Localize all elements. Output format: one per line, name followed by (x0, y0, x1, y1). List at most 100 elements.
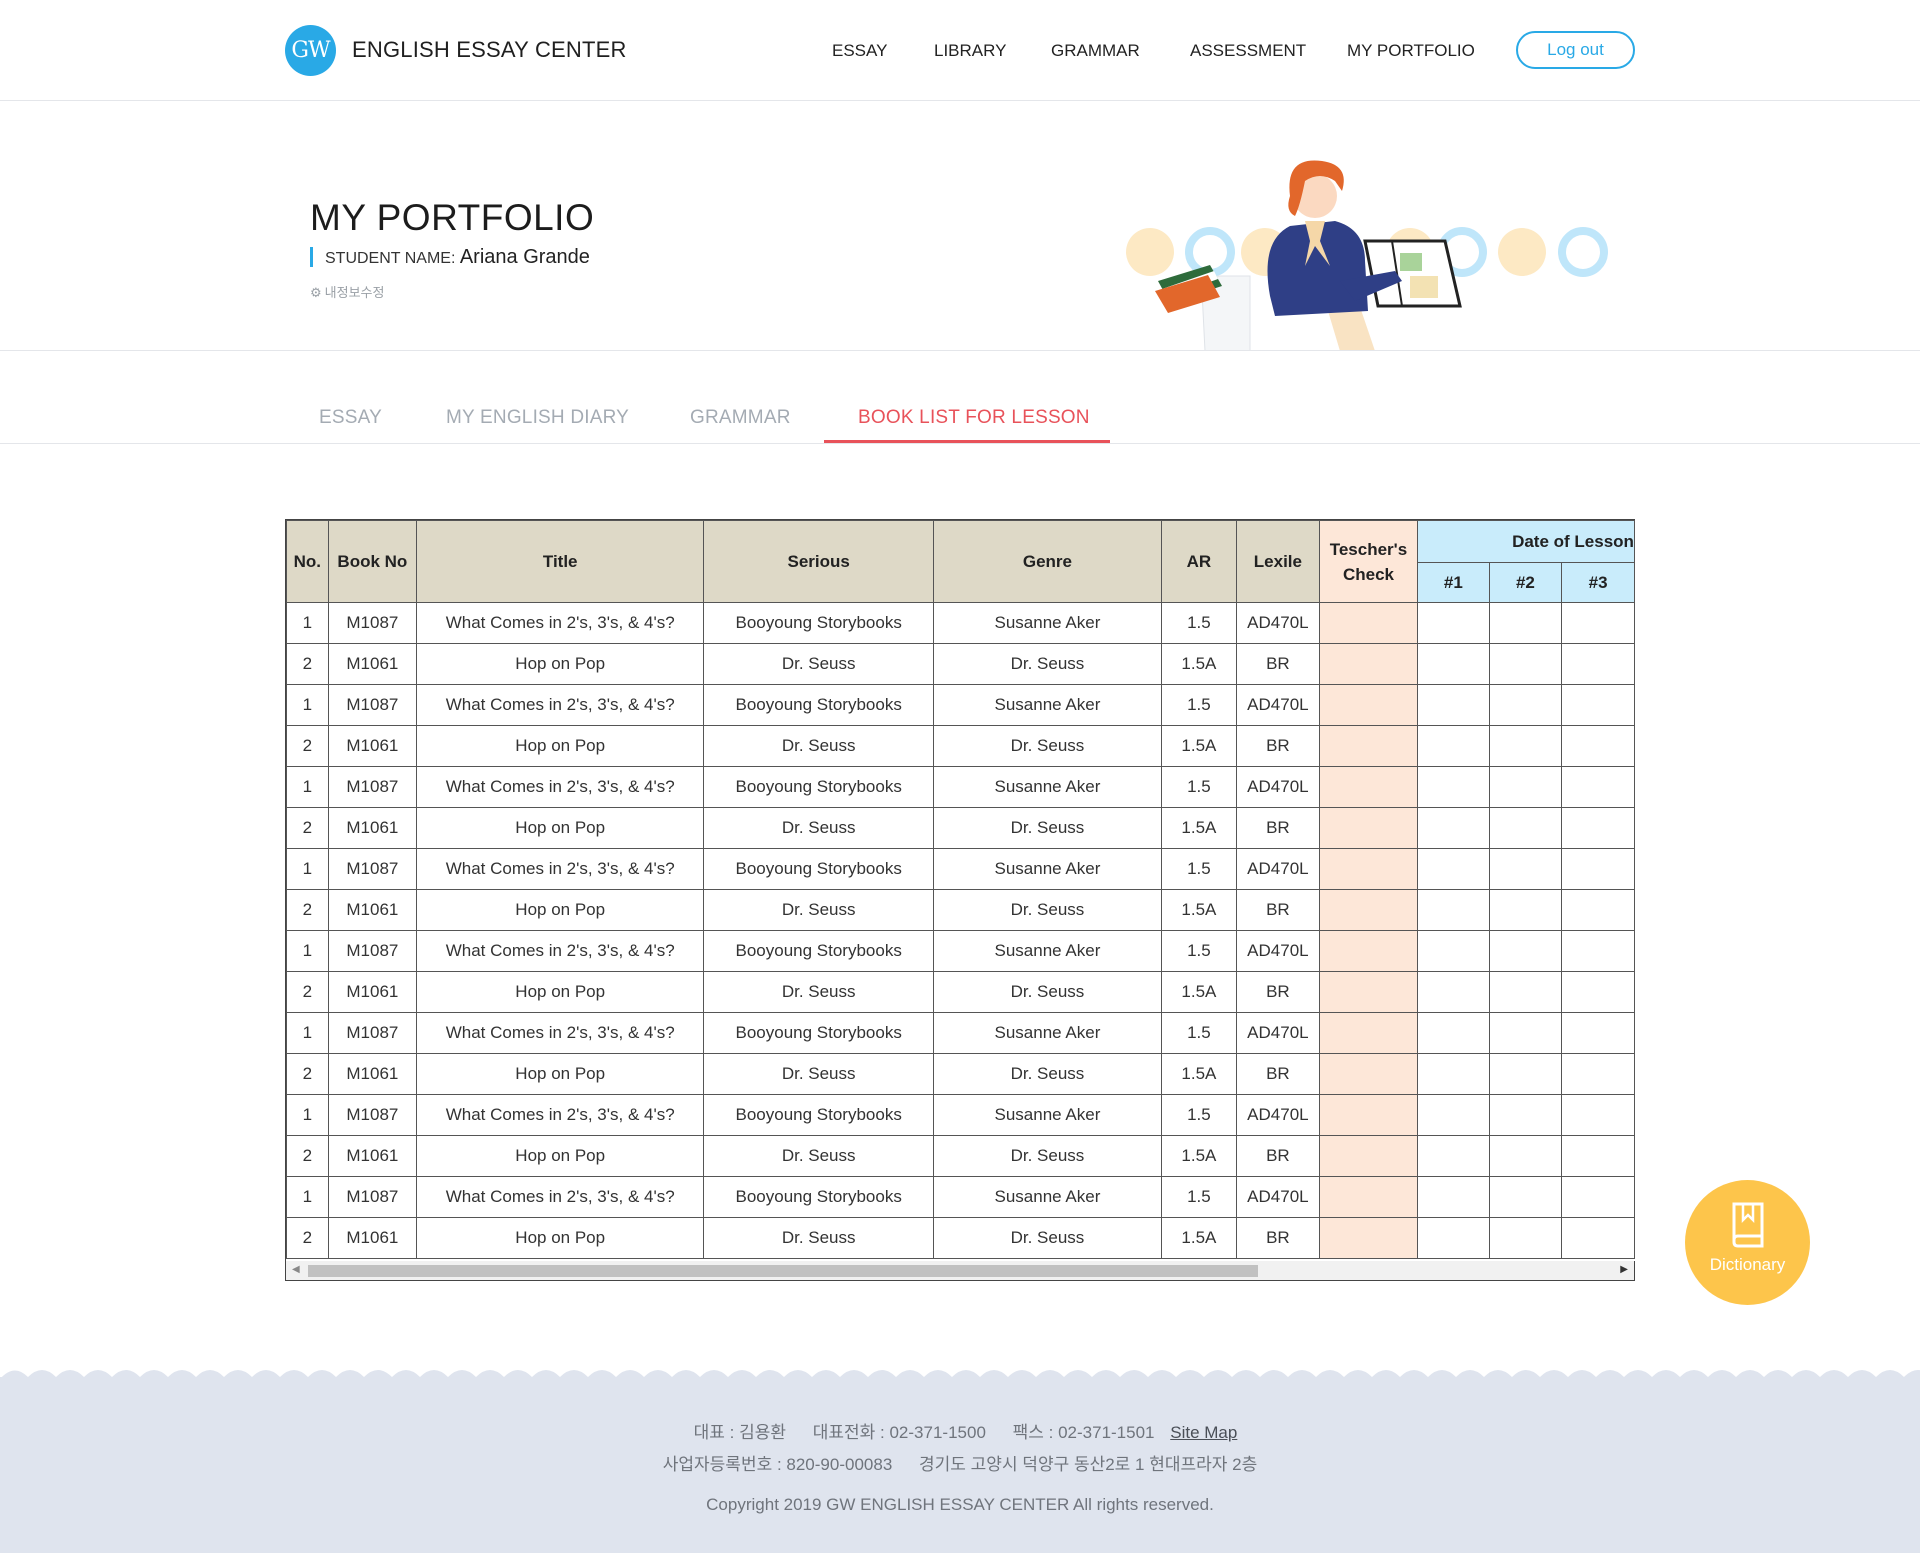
cell-date-2 (1488, 1094, 1563, 1136)
nav-my-portfolio[interactable]: MY PORTFOLIO (1347, 41, 1475, 61)
cell-no: 1 (286, 684, 329, 726)
cell-date-2 (1488, 807, 1563, 849)
cell-lexile: BR (1235, 643, 1320, 685)
cell-title: Hop on Pop (416, 971, 705, 1013)
cell-teachers-check[interactable] (1318, 602, 1419, 644)
col-header-no: No. (286, 520, 329, 603)
cell-date-3 (1561, 848, 1635, 890)
cell-ar: 1.5A (1160, 1135, 1237, 1177)
cell-teachers-check[interactable] (1318, 1135, 1419, 1177)
nav-library[interactable]: LIBRARY (934, 41, 1006, 61)
cell-date-1 (1417, 1217, 1490, 1259)
tab-grammar[interactable]: GRAMMAR (690, 407, 791, 429)
table-row: 1 M1087 What Comes in 2's, 3's, & 4's? Booy… (286, 1094, 1635, 1136)
cell-teachers-check[interactable] (1318, 643, 1419, 685)
cell-ar: 1.5A (1160, 807, 1237, 849)
cell-no: 2 (286, 1217, 329, 1259)
nav-essay[interactable]: ESSAY (832, 41, 887, 61)
cell-book-no: M1087 (327, 848, 418, 890)
cell-no: 1 (286, 848, 329, 890)
logo[interactable]: GW (285, 25, 336, 76)
cell-date-1 (1417, 766, 1490, 808)
dictionary-button[interactable]: Dictionary (1685, 1180, 1810, 1305)
cell-teachers-check[interactable] (1318, 684, 1419, 726)
cell-ar: 1.5 (1160, 602, 1237, 644)
cell-title: What Comes in 2's, 3's, & 4's? (416, 930, 705, 972)
cell-series: Dr. Seuss (703, 889, 935, 931)
cell-date-3 (1561, 766, 1635, 808)
cell-date-1 (1417, 684, 1490, 726)
tab-my-english-diary[interactable]: MY ENGLISH DIARY (446, 407, 629, 429)
cell-date-2 (1488, 766, 1563, 808)
table-row: 1 M1087 What Comes in 2's, 3's, & 4's? Booy… (286, 766, 1635, 808)
cell-genre: Dr. Seuss (933, 1217, 1162, 1259)
tab-essay[interactable]: ESSAY (319, 407, 382, 429)
cell-teachers-check[interactable] (1318, 1012, 1419, 1054)
cell-date-3 (1561, 1012, 1635, 1054)
cell-teachers-check[interactable] (1318, 971, 1419, 1013)
cell-teachers-check[interactable] (1318, 889, 1419, 931)
cell-teachers-check[interactable] (1318, 1094, 1419, 1136)
table-row: 1 M1087 What Comes in 2's, 3's, & 4's? Booy… (286, 602, 1635, 644)
cell-genre: Susanne Aker (933, 848, 1162, 890)
cell-series: Dr. Seuss (703, 1217, 935, 1259)
active-tab-indicator (824, 440, 1110, 443)
col-header-lexile: Lexile (1235, 520, 1320, 603)
cell-teachers-check[interactable] (1318, 1217, 1419, 1259)
footer-copyright: Copyright 2019 GW ENGLISH ESSAY CENTER A… (706, 1495, 1214, 1514)
cell-no: 2 (286, 643, 329, 685)
cell-genre: Dr. Seuss (933, 1053, 1162, 1095)
col-header-date-2: #2 (1488, 562, 1563, 603)
cell-date-2 (1488, 1135, 1563, 1177)
cell-date-2 (1488, 684, 1563, 726)
cell-title: What Comes in 2's, 3's, & 4's? (416, 1176, 705, 1218)
cell-ar: 1.5 (1160, 930, 1237, 972)
cell-date-2 (1488, 1053, 1563, 1095)
edit-profile-link[interactable]: ⚙ 내정보수정 (310, 282, 384, 301)
cell-date-1 (1417, 930, 1490, 972)
cell-title: Hop on Pop (416, 643, 705, 685)
cell-title: Hop on Pop (416, 725, 705, 767)
cell-teachers-check[interactable] (1318, 725, 1419, 767)
cell-teachers-check[interactable] (1318, 1053, 1419, 1095)
book-icon (1732, 1202, 1764, 1248)
scroll-right-icon[interactable]: ▶ (1620, 1264, 1628, 1275)
cell-lexile: BR (1235, 1053, 1320, 1095)
cell-genre: Dr. Seuss (933, 971, 1162, 1013)
cell-title: What Comes in 2's, 3's, & 4's? (416, 684, 705, 726)
cell-date-3 (1561, 1176, 1635, 1218)
cell-ar: 1.5 (1160, 848, 1237, 890)
cell-no: 2 (286, 725, 329, 767)
cell-series: Dr. Seuss (703, 971, 935, 1013)
cell-teachers-check[interactable] (1318, 766, 1419, 808)
cell-lexile: BR (1235, 807, 1320, 849)
scroll-left-icon[interactable]: ◀ (292, 1264, 300, 1275)
table-row: 2 M1061 Hop on Pop Dr. Seuss Dr. Seuss 1.5A BR (286, 1053, 1635, 1095)
cell-date-2 (1488, 1176, 1563, 1218)
sitemap-link[interactable]: Site Map (1170, 1423, 1237, 1442)
table-row: 2 M1061 Hop on Pop Dr. Seuss Dr. Seuss 1.5A BR (286, 643, 1635, 685)
cell-lexile: BR (1235, 1217, 1320, 1259)
nav-grammar[interactable]: GRAMMAR (1051, 41, 1140, 61)
logout-button[interactable]: Log out (1516, 31, 1635, 69)
cell-teachers-check[interactable] (1318, 930, 1419, 972)
cell-book-no: M1061 (327, 643, 418, 685)
cell-teachers-check[interactable] (1318, 807, 1419, 849)
cell-ar: 1.5A (1160, 725, 1237, 767)
cell-teachers-check[interactable] (1318, 1176, 1419, 1218)
scroll-thumb[interactable] (308, 1265, 1258, 1277)
cell-book-no: M1061 (327, 889, 418, 931)
cell-date-1 (1417, 807, 1490, 849)
cell-no: 2 (286, 889, 329, 931)
cell-series: Dr. Seuss (703, 1053, 935, 1095)
tab-book-list-for-lesson[interactable]: BOOK LIST FOR LESSON (858, 407, 1090, 429)
cell-genre: Dr. Seuss (933, 643, 1162, 685)
cell-teachers-check[interactable] (1318, 848, 1419, 890)
nav-assessment[interactable]: ASSESSMENT (1190, 41, 1306, 61)
cell-title: What Comes in 2's, 3's, & 4's? (416, 1094, 705, 1136)
cell-date-2 (1488, 889, 1563, 931)
cell-date-1 (1417, 1094, 1490, 1136)
table-horizontal-scrollbar[interactable]: ◀ ▶ (285, 1261, 1635, 1281)
brand-name[interactable]: ENGLISH ESSAY CENTER (352, 37, 627, 63)
cell-series: Booyoung Storybooks (703, 848, 935, 890)
